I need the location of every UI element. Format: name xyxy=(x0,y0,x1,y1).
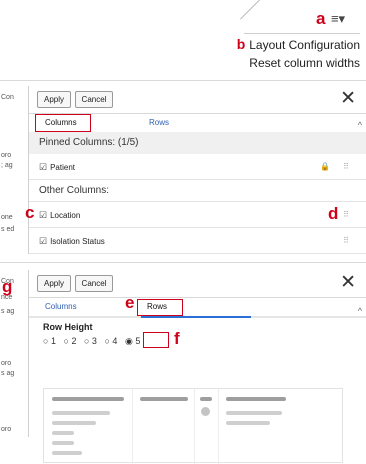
dialog-toolbar: Apply Cancel ✕ xyxy=(29,86,366,114)
row-height-preview xyxy=(43,388,343,464)
tab-rows[interactable]: Rows xyxy=(149,118,169,127)
radio-option-4[interactable]: ○ 4 xyxy=(104,336,117,346)
radio-label: 1 xyxy=(50,336,56,346)
rows-panel: Con nce s ag oro s ag oro Apply Cancel ✕… xyxy=(0,270,366,464)
scroll-up-icon[interactable]: ^ xyxy=(358,120,362,130)
close-icon[interactable]: ✕ xyxy=(340,89,356,109)
preview-status-dot xyxy=(201,407,210,416)
divider xyxy=(0,262,366,263)
lock-icon: 🔒 xyxy=(320,162,330,171)
preview-cell-line xyxy=(226,411,282,415)
radio-option-5[interactable]: ◉ 5 xyxy=(125,336,140,346)
radio-icon: ○ xyxy=(83,336,90,346)
preview-cell-line xyxy=(52,411,110,415)
close-icon[interactable]: ✕ xyxy=(340,273,356,293)
rows-tab-highlight xyxy=(137,299,183,316)
marker-d: d xyxy=(328,204,339,223)
column-row-location[interactable]: ☑ Location ⠿ xyxy=(29,202,366,228)
column-row-isolation-status[interactable]: ☑ Isolation Status ⠿ xyxy=(29,228,366,254)
marker-f: f xyxy=(174,329,180,348)
column-label: Patient xyxy=(50,163,75,172)
marker-g: g xyxy=(2,277,13,296)
checkbox-icon[interactable]: ☑ xyxy=(39,162,47,172)
radio-label: 3 xyxy=(91,336,97,346)
radio-option-1[interactable]: ○ 1 xyxy=(43,336,56,346)
marker-b: b xyxy=(236,36,246,52)
preview-header-bar xyxy=(52,397,124,401)
tab-columns[interactable]: Columns xyxy=(45,302,77,311)
menu-item-label: Reset column widths xyxy=(249,56,360,70)
radio-label: 4 xyxy=(112,336,118,346)
radio-icon: ○ xyxy=(63,336,69,346)
columns-tab-highlight xyxy=(35,114,91,132)
preview-column-divider xyxy=(194,389,195,464)
row-height-options: ○ 1 ○ 2 ○ 3 ○ 4 ◉ 5 xyxy=(43,336,140,347)
bg-text: one xyxy=(1,214,13,221)
apply-button[interactable]: Apply xyxy=(37,275,71,292)
radio-icon: ○ xyxy=(43,336,49,346)
bg-text: oro xyxy=(1,152,12,159)
bg-text: s ag xyxy=(1,308,15,315)
preview-cell-line xyxy=(52,431,74,435)
active-tab-underline xyxy=(141,316,251,318)
cancel-button[interactable]: Cancel xyxy=(75,91,113,108)
preview-header-bar xyxy=(200,397,212,401)
drag-handle-icon[interactable]: ⠿ xyxy=(343,202,349,228)
marker-e: e xyxy=(125,293,135,312)
preview-cell-line xyxy=(52,451,82,455)
drag-handle-icon[interactable]: ⠿ xyxy=(343,228,349,254)
preview-column-divider xyxy=(218,389,219,464)
radio-label: 2 xyxy=(71,336,77,346)
preview-cell-line xyxy=(226,421,270,425)
bg-text: Con xyxy=(1,94,14,101)
radio-selected-icon: ◉ xyxy=(124,336,133,346)
hamburger-chevron-icon: ≡▾ xyxy=(330,11,346,26)
radio-icon: ○ xyxy=(104,336,110,346)
preview-column-divider xyxy=(132,389,133,464)
apply-button[interactable]: Apply xyxy=(37,91,71,108)
bg-text: oro xyxy=(1,426,12,433)
menu-list: b Layout Configuration Reset column width… xyxy=(212,36,366,72)
row-height-label: Row Height xyxy=(43,322,93,332)
other-columns-header: Other Columns: xyxy=(29,180,366,202)
bg-text: s ag xyxy=(1,370,15,377)
bg-text: s ed xyxy=(1,226,15,233)
dialog-tabs: Columns Rows ^ xyxy=(29,114,366,132)
preview-cell-line xyxy=(52,441,74,445)
layout-dialog: Apply Cancel ✕ Columns Rows ^ Pinned Col… xyxy=(28,86,366,254)
bg-text: ; ag xyxy=(1,162,13,169)
background-grid: Con oro ; ag one s ed xyxy=(0,86,28,254)
bg-text: oro xyxy=(1,360,12,367)
row-height-5-highlight xyxy=(143,332,169,348)
cancel-button[interactable]: Cancel xyxy=(75,275,113,292)
checkbox-icon[interactable]: ☑ xyxy=(39,210,47,220)
divider xyxy=(0,80,366,81)
layout-dialog: Apply Cancel ✕ Columns Rows ^ Row Height… xyxy=(28,270,366,464)
column-label: Location xyxy=(50,211,81,220)
column-row-patient[interactable]: ☑ Patient 🔒 ⠿ xyxy=(29,154,366,180)
column-label: Isolation Status xyxy=(50,237,105,246)
pinned-columns-header: Pinned Columns: (1/5) xyxy=(29,132,366,154)
dialog-tabs: Columns Rows ^ xyxy=(29,298,366,318)
menu-item-label: Layout Configuration xyxy=(249,38,360,52)
column-menu-button[interactable]: ≡▾ xyxy=(322,10,354,28)
drag-handle-icon[interactable]: ⠿ xyxy=(343,154,349,180)
radio-label: 5 xyxy=(135,336,141,346)
checkbox-icon[interactable]: ☑ xyxy=(39,236,47,246)
radio-option-3[interactable]: ○ 3 xyxy=(84,336,97,346)
marker-c: c xyxy=(25,203,35,222)
dialog-toolbar: Apply Cancel ✕ xyxy=(29,270,366,298)
preview-cell-line xyxy=(52,421,96,425)
tab-edge xyxy=(240,0,262,20)
columns-panel: Con oro ; ag one s ed Apply Cancel ✕ Col… xyxy=(0,86,366,254)
menu-item-reset-column-widths[interactable]: Reset column widths xyxy=(212,54,366,72)
radio-option-2[interactable]: ○ 2 xyxy=(63,336,76,346)
preview-header-bar xyxy=(226,397,286,401)
preview-header-bar xyxy=(140,397,188,401)
menu-item-layout-configuration[interactable]: b Layout Configuration xyxy=(212,36,366,54)
scroll-up-icon[interactable]: ^ xyxy=(358,306,362,316)
